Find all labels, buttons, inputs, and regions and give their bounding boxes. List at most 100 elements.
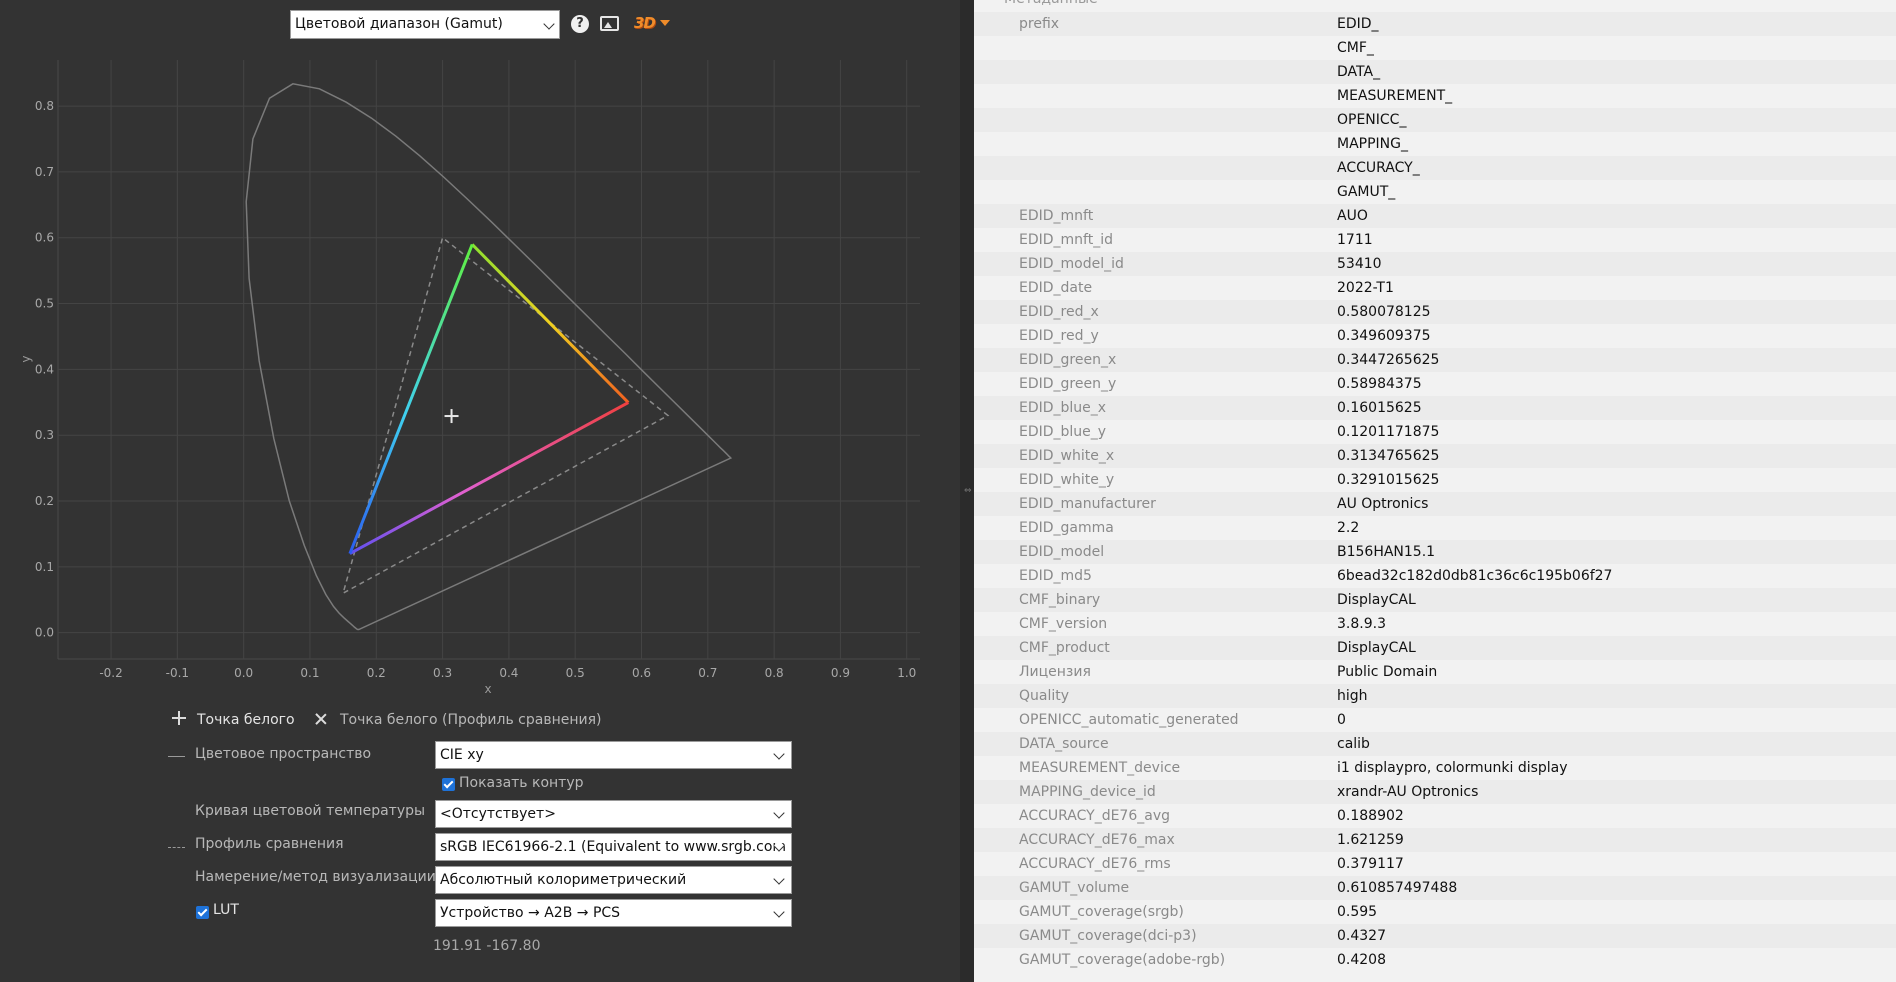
colorspace-select[interactable]: CIE xy <box>435 741 792 769</box>
metadata-key: EDID_mnft <box>1019 208 1094 224</box>
metadata-row[interactable]: GAMUT_volume 0.610857497488 <box>974 876 1896 900</box>
lut-checkbox[interactable] <box>196 906 209 919</box>
metadata-row[interactable]: EDID_gamma 2.2 <box>974 516 1896 540</box>
metadata-value: 0.4327 <box>1337 928 1386 944</box>
metadata-row[interactable]: Quality high <box>974 684 1896 708</box>
show-outline-checkbox[interactable] <box>442 778 455 791</box>
temp-curve-value: <Отсутствует> <box>440 806 556 822</box>
metadata-row[interactable]: GAMUT_coverage(srgb) 0.595 <box>974 900 1896 924</box>
x-axis-label: x <box>484 682 491 695</box>
x-tick-label: 0.8 <box>765 666 784 680</box>
metadata-row[interactable]: EDID_white_x 0.3134765625 <box>974 444 1896 468</box>
lut-select[interactable]: Устройство → A2B → PCS <box>435 899 792 927</box>
metadata-key: Quality <box>1019 688 1070 704</box>
metadata-value: EDID_ <box>1337 16 1379 32</box>
panel-splitter[interactable]: ⇔ <box>960 0 974 982</box>
legend-white-point-ref: Точка белого (Профиль сравнения) <box>340 712 602 728</box>
metadata-value: 0.379117 <box>1337 856 1404 872</box>
metadata-value: 0.349609375 <box>1337 328 1431 344</box>
y-tick-label: 0.2 <box>35 494 54 508</box>
metadata-key: EDID_white_x <box>1019 448 1115 464</box>
caret-down-icon[interactable] <box>660 20 670 26</box>
metadata-row[interactable]: EDID_white_y 0.3291015625 <box>974 468 1896 492</box>
metadata-key: GAMUT_coverage(srgb) <box>1019 904 1184 920</box>
view-mode-select[interactable]: Цветовой диапазон (Gamut) <box>290 10 560 39</box>
metadata-value: 0 <box>1337 712 1346 728</box>
metadata-key: ACCURACY_dE76_rms <box>1019 856 1171 872</box>
gamut-panel: Цветовой диапазон (Gamut) ? 3D x y -0.2 -… <box>0 0 960 982</box>
metadata-row[interactable]: MEASUREMENT_ <box>974 84 1896 108</box>
metadata-row[interactable]: EDID_manufacturer AU Optronics <box>974 492 1896 516</box>
metadata-row[interactable]: EDID_blue_y 0.1201171875 <box>974 420 1896 444</box>
x-tick-label: -0.1 <box>166 666 189 680</box>
metadata-row[interactable]: OPENICC_automatic_generated 0 <box>974 708 1896 732</box>
metadata-key: MAPPING_device_id <box>1019 784 1156 800</box>
metadata-row[interactable]: EDID_mnft_id 1711 <box>974 228 1896 252</box>
metadata-value: OPENICC_ <box>1337 112 1407 128</box>
intent-select[interactable]: Абсолютный колориметрический <box>435 866 792 894</box>
metadata-row[interactable]: GAMUT_coverage(adobe-rgb) 0.4208 <box>974 948 1896 972</box>
metadata-row[interactable]: Лицензия Public Domain <box>974 660 1896 684</box>
metadata-row[interactable]: CMF_product DisplayCAL <box>974 636 1896 660</box>
metadata-row[interactable]: MAPPING_device_id xrandr-AU Optronics <box>974 780 1896 804</box>
metadata-value: 2.2 <box>1337 520 1360 536</box>
metadata-row[interactable]: OPENICC_ <box>974 108 1896 132</box>
metadata-row[interactable]: MAPPING_ <box>974 132 1896 156</box>
gamut-edge-blue-green <box>348 243 474 555</box>
reference-gamut-triangle <box>341 236 670 595</box>
metadata-row[interactable]: CMF_binary DisplayCAL <box>974 588 1896 612</box>
metadata-value: calib <box>1337 736 1370 752</box>
view-mode-value: Цветовой диапазон (Gamut) <box>295 16 503 32</box>
metadata-row[interactable]: EDID_blue_x 0.16015625 <box>974 396 1896 420</box>
temp-curve-select[interactable]: <Отсутствует> <box>435 800 792 828</box>
colorspace-label: Цветовое пространство <box>195 746 372 762</box>
threed-view-button[interactable]: 3D <box>634 12 656 34</box>
metadata-row[interactable]: DATA_source calib <box>974 732 1896 756</box>
metadata-row[interactable]: EDID_green_x 0.3447265625 <box>974 348 1896 372</box>
question-circle-icon[interactable]: ? <box>571 15 589 33</box>
metadata-row[interactable]: EDID_green_y 0.58984375 <box>974 372 1896 396</box>
metadata-row[interactable]: EDID_red_x 0.580078125 <box>974 300 1896 324</box>
metadata-row[interactable]: ACCURACY_dE76_max 1.621259 <box>974 828 1896 852</box>
splitter-grip-icon[interactable]: ⇔ <box>964 486 972 496</box>
x-tick-label: 1.0 <box>897 666 916 680</box>
metadata-key: MEASUREMENT_device <box>1019 760 1181 776</box>
lut-label: LUT <box>213 902 239 918</box>
metadata-row[interactable]: EDID_mnft AUO <box>974 204 1896 228</box>
ref-profile-value: sRGB IEC61966-2.1 (Equivalent to www.srg… <box>440 839 792 855</box>
metadata-row[interactable]: EDID_date 2022-T1 <box>974 276 1896 300</box>
metadata-value: 6bead32c182d0db81c36c6c195b06f27 <box>1337 568 1613 584</box>
x-tick-label: 0.7 <box>698 666 717 680</box>
metadata-row[interactable]: EDID_md5 6bead32c182d0db81c36c6c195b06f27 <box>974 564 1896 588</box>
metadata-row[interactable]: GAMUT_coverage(dci-p3) 0.4327 <box>974 924 1896 948</box>
metadata-header: Метаданные <box>1004 0 1098 8</box>
metadata-row[interactable]: EDID_model B156HAN15.1 <box>974 540 1896 564</box>
chevron-down-icon <box>773 748 785 760</box>
metadata-key: GAMUT_coverage(dci-p3) <box>1019 928 1197 944</box>
metadata-row[interactable]: EDID_red_y 0.349609375 <box>974 324 1896 348</box>
metadata-value: 0.3134765625 <box>1337 448 1440 464</box>
metadata-row[interactable]: CMF_version 3.8.9.3 <box>974 612 1896 636</box>
metadata-value: xrandr-AU Optronics <box>1337 784 1479 800</box>
metadata-row[interactable]: CMF_ <box>974 36 1896 60</box>
metadata-row[interactable]: EDID_model_id 53410 <box>974 252 1896 276</box>
intent-label: Намерение/метод визуализации <box>195 869 436 885</box>
metadata-row[interactable]: DATA_ <box>974 60 1896 84</box>
metadata-panel[interactable]: Метаданные prefix EDID_ CMF_ DATA_ MEASUREME… <box>974 0 1896 982</box>
metadata-row[interactable]: ACCURACY_dE76_rms 0.379117 <box>974 852 1896 876</box>
metadata-value: 0.1201171875 <box>1337 424 1440 440</box>
x-tick-label: 0.9 <box>831 666 850 680</box>
metadata-key: EDID_red_x <box>1019 304 1099 320</box>
y-tick-label: 0.8 <box>35 99 54 113</box>
metadata-value: 0.610857497488 <box>1337 880 1458 896</box>
metadata-row[interactable]: GAMUT_ <box>974 180 1896 204</box>
lut-value: Устройство → A2B → PCS <box>440 905 621 921</box>
gamut-plot[interactable]: x y -0.2 -0.1 0.0 0.1 0.2 0.3 0.4 0.5 0.6 0.7 0.8 0… <box>0 45 960 695</box>
metadata-row[interactable]: MEASUREMENT_device i1 displaypro, colormu… <box>974 756 1896 780</box>
image-icon[interactable] <box>600 16 619 31</box>
metadata-row[interactable]: prefix EDID_ <box>974 12 1896 36</box>
metadata-row[interactable]: ACCURACY_ <box>974 156 1896 180</box>
metadata-row[interactable]: ACCURACY_dE76_avg 0.188902 <box>974 804 1896 828</box>
ref-profile-select[interactable]: sRGB IEC61966-2.1 (Equivalent to www.srg… <box>435 833 792 861</box>
show-outline-label: Показать контур <box>459 775 584 791</box>
